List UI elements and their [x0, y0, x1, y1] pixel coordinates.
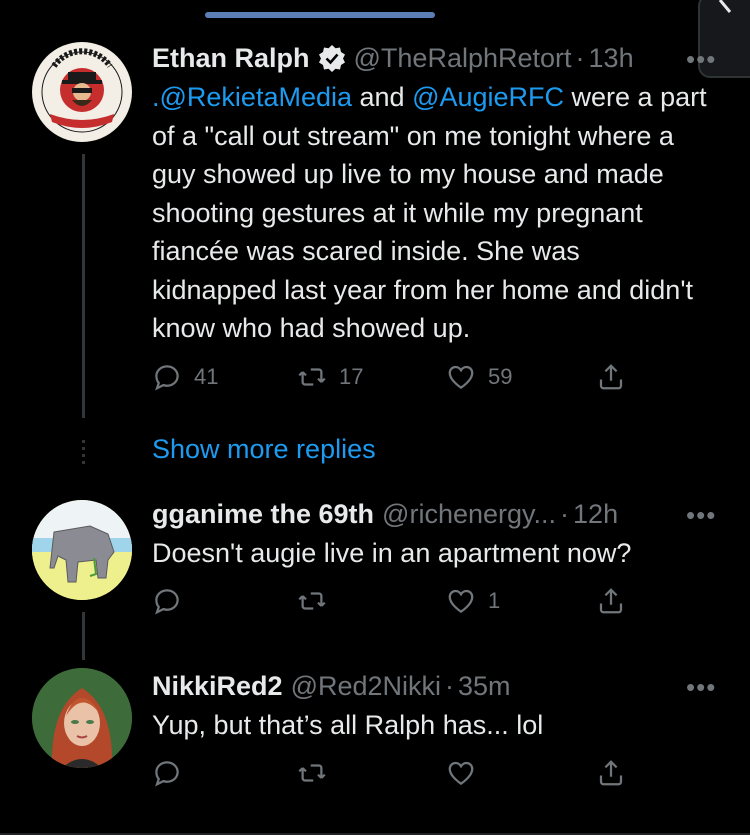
- separator-dot: ·: [560, 499, 570, 529]
- reply-icon: [155, 365, 179, 391]
- like-button[interactable]: [446, 758, 476, 788]
- thread-dashes: [82, 440, 85, 464]
- mention-link[interactable]: @AugieRFC: [412, 82, 564, 112]
- mention-link[interactable]: .@RekietaMedia: [152, 82, 352, 112]
- retweet-icon: [298, 764, 326, 782]
- share-button[interactable]: [596, 362, 626, 392]
- handle[interactable]: @TheRalphRetort: [354, 40, 572, 76]
- like-button[interactable]: 1: [446, 586, 500, 616]
- timestamp[interactable]: 35m: [458, 668, 511, 704]
- share-icon: [599, 760, 623, 786]
- tweet-text: .@RekietaMedia and @AugieRFC were a part…: [152, 78, 710, 348]
- more-options-icon[interactable]: •••: [686, 672, 716, 703]
- timestamp[interactable]: 13h: [589, 40, 634, 76]
- verified-badge-icon: [318, 45, 345, 72]
- reply-button[interactable]: [152, 758, 182, 788]
- more-options-icon[interactable]: •••: [686, 500, 716, 531]
- timestamp[interactable]: 12h: [573, 496, 618, 532]
- tweet-header: gganime the 69th @richenergy... · 12h: [152, 496, 710, 532]
- tweet-header: Ethan Ralph @TheRalphRetort · 13h: [152, 40, 710, 76]
- tweet-text-part: were a part of a "call out stream" on me…: [152, 82, 707, 343]
- tweet-actions: 1: [152, 586, 632, 626]
- like-icon: [448, 761, 474, 785]
- display-name[interactable]: gganime the 69th: [152, 496, 374, 532]
- avatar-ethan-ralph[interactable]: [32, 42, 132, 142]
- display-name[interactable]: NikkiRed2: [152, 668, 283, 704]
- share-button[interactable]: [596, 586, 626, 616]
- killstream-logo-icon: [33, 43, 131, 141]
- stroke-icon: [718, 0, 732, 13]
- retweet-icon: [298, 592, 326, 610]
- tweet-actions: 41 17 59: [152, 362, 632, 402]
- avatar-gganime[interactable]: [32, 500, 132, 600]
- thread-line: [82, 612, 85, 660]
- thread-line: [82, 154, 85, 418]
- tweet-header: NikkiRed2 @Red2Nikki · 35m: [152, 668, 710, 704]
- separator-dot: ·: [445, 671, 455, 701]
- reply-button[interactable]: [152, 586, 182, 616]
- handle[interactable]: @richenergy...: [382, 496, 556, 532]
- reply-button[interactable]: 41: [152, 362, 218, 392]
- retweet-button[interactable]: [297, 586, 327, 616]
- person-avatar-icon: [32, 668, 132, 768]
- reply-count: 41: [194, 364, 219, 389]
- tweet-text: Yup, but that’s all Ralph has... lol: [152, 710, 544, 740]
- like-count: 59: [488, 364, 513, 389]
- top-scroll-indicator: [205, 12, 435, 18]
- retweet-count: 17: [339, 364, 364, 389]
- reply-icon: [155, 589, 179, 615]
- elephant-avatar-icon: [32, 500, 132, 600]
- share-icon: [599, 364, 623, 390]
- tweet-actions: [152, 758, 632, 798]
- like-icon: [448, 589, 474, 613]
- retweet-button[interactable]: 17: [297, 362, 363, 392]
- avatar-nikkired2[interactable]: [32, 668, 132, 768]
- tweet-text: Doesn't augie live in an apartment now?: [152, 538, 632, 568]
- like-button[interactable]: 59: [446, 362, 512, 392]
- retweet-icon: [298, 368, 326, 386]
- handle[interactable]: @Red2Nikki: [291, 668, 441, 704]
- more-options-icon[interactable]: •••: [686, 44, 716, 75]
- tweet-text-part: and: [352, 82, 413, 112]
- like-count: 1: [488, 588, 501, 613]
- separator-dot: ·: [575, 43, 585, 73]
- retweet-button[interactable]: [297, 758, 327, 788]
- like-icon: [448, 365, 474, 389]
- show-more-replies-link[interactable]: Show more replies: [152, 434, 376, 465]
- display-name[interactable]: Ethan Ralph: [152, 40, 310, 76]
- share-button[interactable]: [596, 758, 626, 788]
- share-icon: [599, 588, 623, 614]
- reply-icon: [155, 761, 179, 787]
